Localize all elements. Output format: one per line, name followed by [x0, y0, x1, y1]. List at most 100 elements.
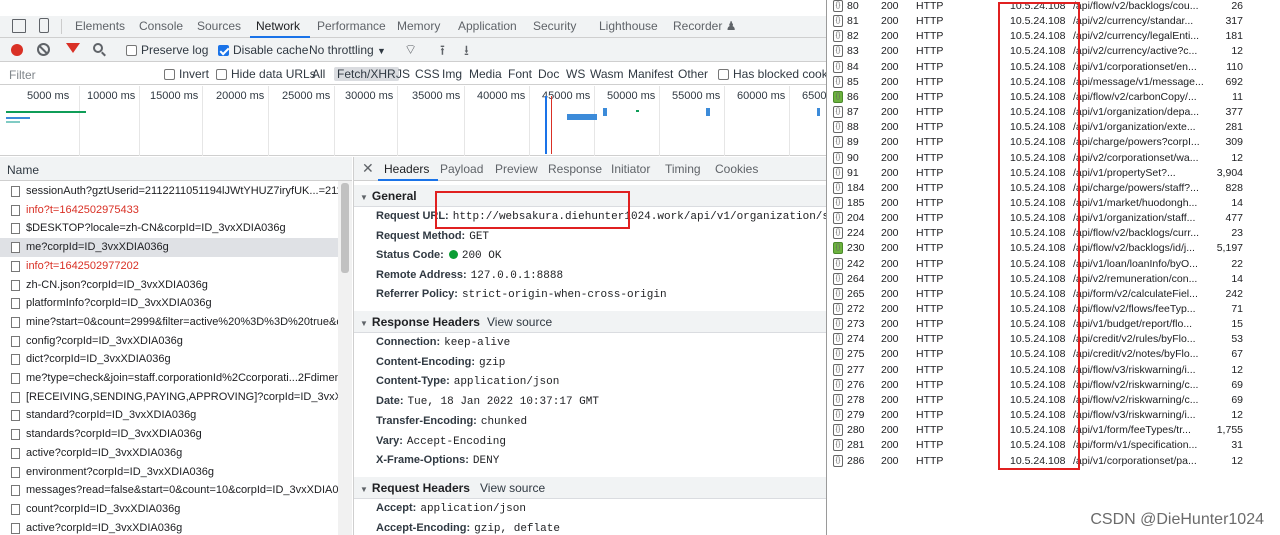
timeline-bar	[567, 114, 597, 120]
request-row[interactable]: [RECEIVING,SENDING,PAYING,APPROVING]?cor…	[0, 388, 338, 407]
request-row[interactable]: standard?corpId=ID_3vxXDIA036g	[0, 406, 338, 425]
request-row[interactable]: $DESKTOP?locale=zh-CN&corpId=ID_3vxXDIA0…	[0, 219, 338, 238]
filter-type-doc[interactable]: Doc	[538, 67, 559, 81]
has-blocked-cookies-checkbox[interactable]: Has blocked cookies	[718, 67, 826, 81]
document-icon	[11, 466, 20, 478]
filter-type-font[interactable]: Font	[508, 67, 532, 81]
filter-type-ws[interactable]: WS	[566, 67, 585, 81]
detail-tab-response[interactable]: Response	[548, 162, 602, 176]
request-row[interactable]: zh-CN.json?corpId=ID_3vxXDIA036g	[0, 276, 338, 295]
request-row[interactable]: info?t=1642502977202	[0, 257, 338, 276]
filter-icon[interactable]	[66, 43, 80, 53]
filter-type-all[interactable]: All	[312, 67, 325, 81]
session-url: /api/flow/v2/backlogs/curr...	[1073, 227, 1200, 240]
tab-performance[interactable]: Performance	[317, 19, 386, 33]
hide-data-urls-checkbox[interactable]: Hide data URLs	[216, 67, 316, 81]
network-conditions-icon[interactable]: ⌔	[404, 41, 417, 59]
request-row[interactable]: info?t=1642502975433	[0, 201, 338, 220]
session-id: 185	[847, 196, 865, 209]
throttling-select[interactable]: No throttling ▼	[309, 43, 386, 57]
detail-tab-preview[interactable]: Preview	[495, 162, 538, 176]
tab-sources[interactable]: Sources	[197, 19, 241, 33]
request-row[interactable]: me?corpId=ID_3vxXDIA036g	[0, 238, 338, 258]
tab-security[interactable]: Security	[533, 19, 576, 33]
filter-input[interactable]: Filter	[9, 68, 149, 82]
filter-type-other[interactable]: Other	[678, 67, 708, 81]
session-protocol: HTTP	[916, 136, 944, 149]
request-row[interactable]: environment?corpId=ID_3vxXDIA036g	[0, 463, 338, 482]
request-name: config?corpId=ID_3vxXDIA036g	[26, 334, 183, 347]
detail-tab-initiator[interactable]: Initiator	[611, 162, 650, 176]
disable-cache-checkbox[interactable]: Disable cache	[218, 43, 308, 57]
timeline-tick-label: 25000 ms	[282, 90, 331, 102]
request-row[interactable]: sessionAuth?gztUserid=2112211051194lJWtY…	[0, 182, 338, 201]
invert-checkbox[interactable]: Invert	[164, 67, 209, 81]
request-name: environment?corpId=ID_3vxXDIA036g	[26, 465, 215, 478]
scrollbar-thumb[interactable]	[341, 183, 349, 273]
session-id: 230	[847, 242, 865, 255]
preserve-log-checkbox[interactable]: Preserve log	[126, 43, 208, 57]
timeline-tick-label: 40000 ms	[477, 90, 526, 102]
session-protocol: HTTP	[916, 90, 944, 103]
session-protocol: HTTP	[916, 227, 944, 240]
tab-memory[interactable]: Memory	[397, 19, 440, 33]
tab-lighthouse[interactable]: Lighthouse	[599, 19, 658, 33]
filter-type-js[interactable]: JS	[396, 67, 410, 81]
filter-type-manifest[interactable]: Manifest	[628, 67, 673, 81]
tab-network[interactable]: Network	[256, 19, 300, 33]
timeline-gridline	[268, 86, 269, 156]
name-column-header[interactable]: Name	[0, 157, 352, 181]
session-id: 286	[847, 454, 865, 467]
inspect-element-icon[interactable]	[12, 19, 26, 33]
timeline-tick-label: 15000 ms	[150, 90, 199, 102]
session-id: 184	[847, 181, 865, 194]
import-har-icon[interactable]: ⭱	[440, 40, 445, 64]
session-url: /api/v2/currency/active?c...	[1073, 45, 1198, 58]
close-icon[interactable]: ✕	[362, 160, 374, 177]
session-url: /api/credit/v2/rules/byFlo...	[1073, 333, 1196, 346]
request-row[interactable]: dict?corpId=ID_3vxXDIA036g	[0, 350, 338, 369]
request-row[interactable]: platformInfo?corpId=ID_3vxXDIA036g	[0, 294, 338, 313]
session-body: 242	[1225, 287, 1243, 300]
tab-elements[interactable]: Elements	[75, 19, 125, 33]
tab-application[interactable]: Application	[458, 19, 517, 33]
filter-type-img[interactable]: Img	[442, 67, 462, 81]
device-toolbar-icon[interactable]	[39, 18, 49, 33]
request-row[interactable]: messages?read=false&start=0&count=10&cor…	[0, 481, 338, 500]
detail-tab-cookies[interactable]: Cookies	[715, 162, 758, 176]
response-headers-section-header[interactable]: ▼ Response Headers View source	[354, 311, 826, 333]
record-icon[interactable]	[11, 44, 23, 56]
request-row[interactable]: standards?corpId=ID_3vxXDIA036g	[0, 425, 338, 444]
header-row: Referrer Policy: strict-origin-when-cross…	[376, 288, 667, 301]
session-body: 69	[1231, 393, 1243, 406]
request-row[interactable]: config?corpId=ID_3vxXDIA036g	[0, 332, 338, 351]
export-har-icon[interactable]: ⭳	[464, 40, 469, 64]
timeline-bar	[6, 111, 86, 113]
request-row[interactable]: count?corpId=ID_3vxXDIA036g	[0, 500, 338, 519]
detail-tab-payload[interactable]: Payload	[440, 162, 483, 176]
detail-tab-headers[interactable]: Headers	[384, 162, 429, 176]
detail-tab-timing[interactable]: Timing	[665, 162, 701, 176]
json-response-icon: {}	[833, 166, 843, 179]
session-id: 265	[847, 287, 865, 300]
timeline-gridline	[464, 86, 465, 156]
tab-recorder[interactable]: Recorder ♟	[673, 19, 736, 33]
request-row[interactable]: mine?start=0&count=2999&filter=active%20…	[0, 313, 338, 332]
view-source-link[interactable]: View source	[480, 477, 545, 499]
session-id: 91	[847, 166, 859, 179]
tab-console[interactable]: Console	[139, 19, 183, 33]
session-protocol: HTTP	[916, 303, 944, 315]
request-row[interactable]: active?corpId=ID_3vxXDIA036g	[0, 444, 338, 463]
general-title: General	[371, 189, 417, 203]
network-overview-timeline[interactable]: 5000 ms 10000 ms 15000 ms 20000 ms 25000 ms 3…	[0, 86, 826, 156]
view-source-link[interactable]: View source	[487, 311, 552, 333]
response-headers-title: Response Headers	[371, 315, 480, 329]
request-row[interactable]: active?corpId=ID_3vxXDIA036g	[0, 519, 338, 535]
request-row[interactable]: me?type=check&join=staff.corporationId%2…	[0, 369, 338, 388]
filter-type-media[interactable]: Media	[469, 67, 502, 81]
filter-type-css[interactable]: CSS	[415, 67, 440, 81]
filter-type-wasm[interactable]: Wasm	[590, 67, 624, 81]
request-headers-section-header[interactable]: ▼ Request Headers View source	[354, 477, 826, 499]
filter-type-fetchxhr[interactable]: Fetch/XHR	[334, 67, 399, 81]
session-protocol: HTTP	[916, 166, 944, 179]
